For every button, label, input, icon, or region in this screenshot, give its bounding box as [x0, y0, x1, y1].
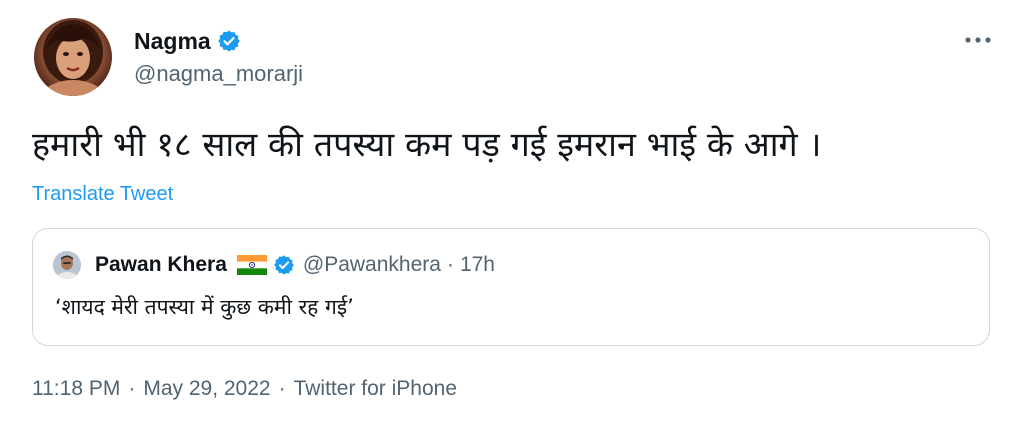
tweet-text: हमारी भी १८ साल की तपस्या कम पड़ गई इमरा… [32, 125, 822, 165]
india-flag-icon [236, 255, 267, 275]
tweet-metadata: 11:18 PM · May 29, 2022 · Twitter for iPhone [32, 377, 457, 401]
tweet: Nagma @nagma_morarji हमारी भी १८ साल की … [0, 0, 1024, 426]
meta-separator: · [128, 377, 136, 400]
more-options-icon[interactable] [960, 26, 996, 54]
author-name-row: Nagma [134, 26, 241, 56]
quoted-tweet-text: ‘शायद मेरी तपस्या में कुछ कमी रह गई’ [55, 295, 354, 319]
tweet-date[interactable]: May 29, 2022 [143, 377, 270, 400]
verified-badge-icon [273, 254, 295, 276]
quoted-display-name: Pawan Khera [95, 253, 227, 276]
quoted-header: Pawan Khera @Pawankhera · 17h [95, 251, 495, 279]
author-display-name[interactable]: Nagma [134, 28, 211, 55]
meta-separator: · [278, 377, 286, 400]
quoted-author-avatar[interactable] [53, 251, 81, 279]
verified-badge-icon [217, 29, 241, 53]
tweet-source[interactable]: Twitter for iPhone [294, 377, 457, 400]
quoted-tweet[interactable]: Pawan Khera @Pawankhera · 17h ‘शायद मेरी… [32, 228, 990, 346]
author-handle[interactable]: @nagma_morarji [134, 61, 303, 87]
tweet-time[interactable]: 11:18 PM [32, 377, 120, 400]
translate-tweet-link[interactable]: Translate Tweet [32, 183, 173, 206]
quoted-handle: @Pawankhera [302, 253, 441, 276]
author-avatar[interactable] [34, 18, 112, 96]
quoted-timestamp: 17h [459, 253, 495, 276]
quoted-separator: · [446, 253, 454, 276]
